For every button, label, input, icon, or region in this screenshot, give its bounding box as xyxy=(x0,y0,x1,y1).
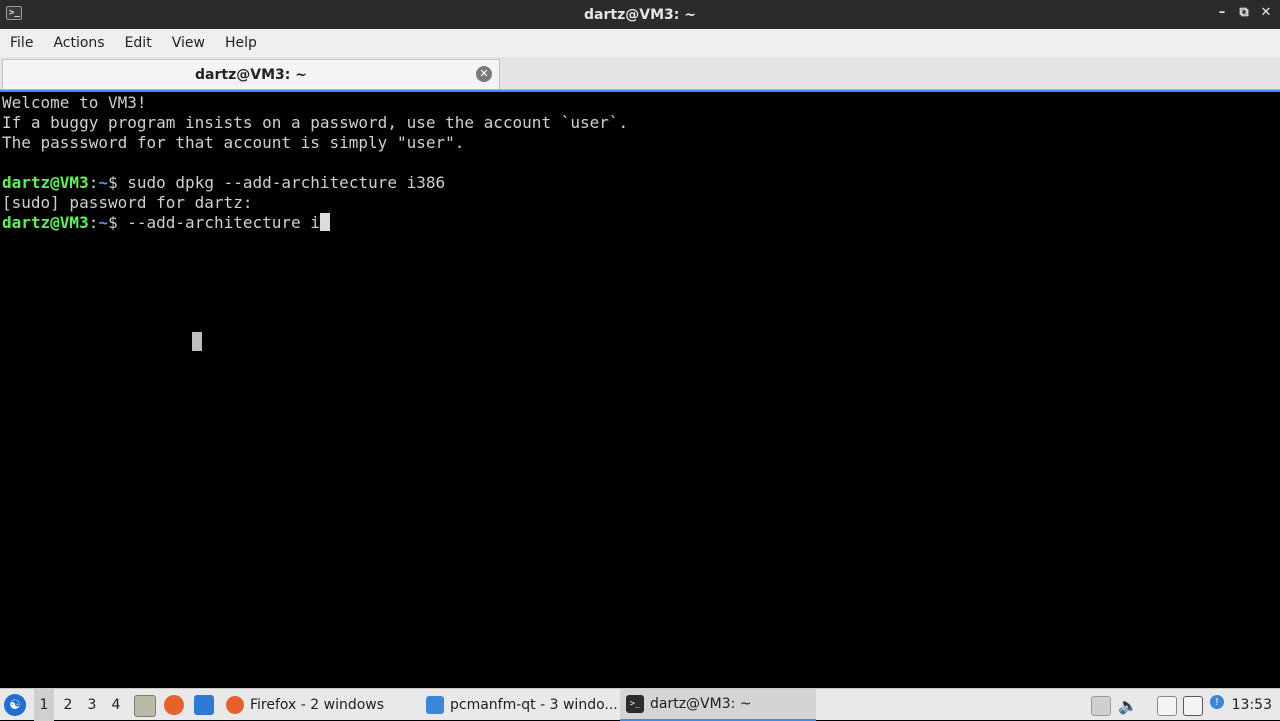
tab-terminal[interactable]: dartz@VM3: ~ ✕ xyxy=(2,59,500,89)
close-icon[interactable]: ✕ xyxy=(1260,5,1272,20)
menu-edit[interactable]: Edit xyxy=(115,35,162,51)
menu-actions[interactable]: Actions xyxy=(43,35,114,51)
menu-file[interactable]: File xyxy=(0,35,43,51)
task-label: pcmanfm-qt - 3 windo... xyxy=(450,697,618,713)
terminal-line: The passsword for that account is simply… xyxy=(2,133,465,152)
terminal-output[interactable]: Welcome to VM3! If a buggy program insis… xyxy=(0,90,1280,688)
tab-label: dartz@VM3: ~ xyxy=(195,66,307,83)
task-pcmanfm[interactable]: pcmanfm-qt - 3 windo... xyxy=(420,689,628,721)
menu-view[interactable]: View xyxy=(162,35,215,51)
mouse-ibeam-cursor xyxy=(192,332,202,351)
firefox-icon xyxy=(226,696,244,714)
clipboard-icon[interactable] xyxy=(1157,696,1177,716)
firefox-launcher-icon[interactable] xyxy=(164,695,184,715)
text-cursor xyxy=(319,213,330,231)
desktop-3[interactable]: 3 xyxy=(82,689,102,721)
clock[interactable]: 13:53 xyxy=(1232,689,1272,721)
tray-up-arrow-icon[interactable] xyxy=(1091,696,1111,716)
task-label: Firefox - 2 windows xyxy=(250,697,385,713)
terminal-icon: >_ xyxy=(6,6,22,20)
tab-bar: dartz@VM3: ~ ✕ xyxy=(0,57,1280,90)
prompt-dollar: $ xyxy=(107,173,118,192)
task-terminal[interactable]: >_ dartz@VM3: ~ xyxy=(620,689,816,721)
prompt-user: dartz@VM3 xyxy=(2,213,89,232)
menu-bar: File Actions Edit View Help xyxy=(0,29,1280,57)
desktop-4[interactable]: 4 xyxy=(106,689,126,721)
info-icon[interactable]: ! xyxy=(1210,695,1224,709)
restore-icon[interactable]: ⧉ xyxy=(1238,5,1250,20)
prompt-path: ~ xyxy=(98,213,108,232)
close-icon[interactable]: ✕ xyxy=(476,66,492,82)
menu-help[interactable]: Help xyxy=(215,35,267,51)
desktop-2[interactable]: 2 xyxy=(58,689,78,721)
desktop-1[interactable]: 1 xyxy=(34,689,54,721)
prompt-user: dartz@VM3 xyxy=(2,173,89,192)
prompt-path: ~ xyxy=(98,173,108,192)
terminal-icon: >_ xyxy=(626,695,644,713)
terminal-line: Welcome to VM3! xyxy=(2,93,147,112)
minimize-icon[interactable]: – xyxy=(1216,5,1228,20)
terminal-input-line[interactable]: dartz@VM3:~$ --add-architecture i xyxy=(2,213,1280,233)
window-controls: – ⧉ ✕ xyxy=(1216,5,1272,20)
window-title: dartz@VM3: ~ xyxy=(584,6,696,23)
volume-icon[interactable]: 🔈 xyxy=(1118,696,1138,715)
terminal-line: [sudo] password for dartz: xyxy=(2,193,253,212)
command-text: sudo dpkg --add-architecture i386 xyxy=(117,173,446,192)
terminal-command-line: dartz@VM3:~$ sudo dpkg --add-architectur… xyxy=(2,173,1280,193)
prompt-separator: : xyxy=(88,213,99,232)
prompt-dollar: $ xyxy=(107,213,118,232)
terminal-line: If a buggy program insists on a password… xyxy=(2,113,629,132)
taskbar: ☯ 1 2 3 4 Firefox - 2 windows pcmanfm-qt… xyxy=(0,688,1280,721)
display-icon[interactable] xyxy=(1183,696,1203,716)
task-firefox[interactable]: Firefox - 2 windows xyxy=(220,689,428,721)
folder-icon xyxy=(426,696,444,714)
command-input[interactable]: --add-architecture i xyxy=(118,213,320,232)
start-menu-icon[interactable]: ☯ xyxy=(4,694,26,716)
file-manager-launcher-icon[interactable] xyxy=(134,695,156,717)
show-desktop-icon[interactable] xyxy=(194,695,214,715)
task-label: dartz@VM3: ~ xyxy=(650,696,752,712)
prompt-separator: : xyxy=(88,173,99,192)
window-titlebar: >_ dartz@VM3: ~ – ⧉ ✕ xyxy=(0,0,1280,29)
